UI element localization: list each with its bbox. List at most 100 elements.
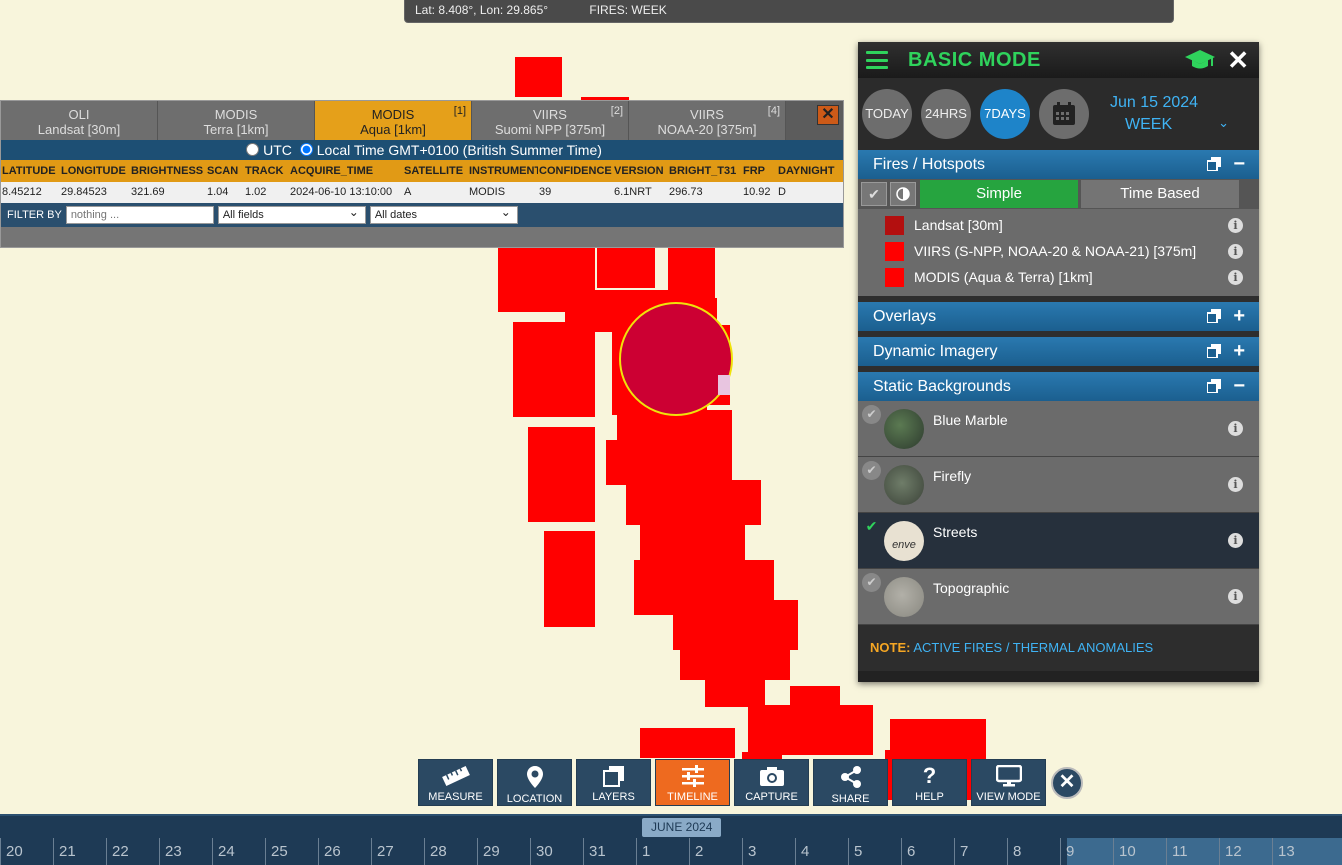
timeline-day[interactable]: 2 xyxy=(689,838,703,865)
timeline-day[interactable]: 9 xyxy=(1060,838,1074,865)
timeline-day[interactable]: 13 xyxy=(1272,838,1295,865)
copy-icon[interactable] xyxy=(1207,157,1221,171)
background-topographic[interactable]: ✔ Topographic i xyxy=(858,569,1259,625)
table-row[interactable]: 8.45212 29.84523 321.69 1.04 1.02 2024-06-10 … xyxy=(1,182,843,203)
graduation-cap-icon[interactable] xyxy=(1184,48,1216,72)
timeline-day[interactable]: 21 xyxy=(53,838,76,865)
column-header[interactable]: BRIGHT_T31 xyxy=(668,160,742,182)
timeline-day[interactable]: 24 xyxy=(212,838,235,865)
static-backgrounds-section-header[interactable]: Static Backgrounds − xyxy=(858,372,1259,401)
column-header[interactable]: ACQUIRE_TIME xyxy=(289,160,403,182)
selected-fire-pixel[interactable] xyxy=(612,300,733,420)
filter-input[interactable] xyxy=(65,206,214,224)
fire-pixel[interactable] xyxy=(705,680,765,707)
close-icon[interactable]: ✕ xyxy=(817,105,839,125)
time-based-button[interactable]: Time Based xyxy=(1081,180,1239,208)
column-header[interactable]: TRACK xyxy=(244,160,289,182)
simple-button[interactable]: Simple xyxy=(920,180,1078,208)
timeline-day[interactable]: 29 xyxy=(477,838,500,865)
column-header[interactable]: INSTRUMENT xyxy=(468,160,538,182)
local-time-radio[interactable] xyxy=(299,143,313,156)
collapse-icon[interactable]: − xyxy=(1233,150,1245,179)
fire-pixel[interactable] xyxy=(748,705,873,755)
check-icon[interactable]: ✔ xyxy=(862,573,881,592)
copy-icon[interactable] xyxy=(1207,344,1221,358)
today-button[interactable]: TODAY xyxy=(862,89,912,139)
timeline-day[interactable]: 25 xyxy=(265,838,288,865)
fires-section-header[interactable]: Fires / Hotspots − xyxy=(858,150,1259,179)
timeline-day[interactable]: 26 xyxy=(318,838,341,865)
date-select[interactable]: All dates xyxy=(369,204,518,224)
background-streets[interactable]: ✔ enve Streets i xyxy=(858,513,1259,569)
calendar-icon[interactable] xyxy=(1039,89,1089,139)
check-icon[interactable]: ✔ xyxy=(862,461,881,480)
fire-pixel[interactable] xyxy=(597,248,655,288)
timeline-day[interactable]: 28 xyxy=(424,838,447,865)
fire-pixel[interactable] xyxy=(640,728,735,758)
active-fires-link[interactable]: ACTIVE FIRES / THERMAL ANOMALIES xyxy=(913,640,1153,655)
timeline-day[interactable]: 30 xyxy=(530,838,553,865)
column-header[interactable]: BRIGHTNESS xyxy=(130,160,206,182)
close-icon[interactable]: ✕ xyxy=(1227,45,1249,76)
timeline-day[interactable]: 22 xyxy=(106,838,129,865)
close-icon[interactable]: ✕ xyxy=(1051,766,1083,799)
dynamic-imagery-section-header[interactable]: Dynamic Imagery + xyxy=(858,337,1259,366)
fire-pixel[interactable] xyxy=(673,600,798,650)
timeline-day[interactable]: 3 xyxy=(742,838,756,865)
measure-button[interactable]: MEASURE xyxy=(418,759,493,806)
layers-button[interactable]: LAYERS xyxy=(576,759,651,806)
info-icon[interactable]: i xyxy=(1228,589,1243,604)
overlays-section-header[interactable]: Overlays + xyxy=(858,302,1259,331)
copy-icon[interactable] xyxy=(1207,379,1221,393)
timeline-day[interactable]: 4 xyxy=(795,838,809,865)
field-select[interactable]: All fields xyxy=(217,204,366,224)
timeline-day[interactable]: 6 xyxy=(901,838,915,865)
tab-oli-landsat[interactable]: OLI Landsat [30m] xyxy=(1,101,158,140)
tab-modis-terra[interactable]: MODIS Terra [1km] xyxy=(158,101,315,140)
timeline-day[interactable]: 7 xyxy=(954,838,968,865)
collapse-icon[interactable]: − xyxy=(1233,372,1245,401)
view-mode-button[interactable]: VIEW MODE xyxy=(971,759,1046,806)
timeline-day[interactable]: 31 xyxy=(583,838,606,865)
background-blue-marble[interactable]: ✔ Blue Marble i xyxy=(858,401,1259,457)
column-header[interactable]: VERSION xyxy=(613,160,668,182)
utc-radio[interactable] xyxy=(246,143,260,156)
expand-icon[interactable]: + xyxy=(1233,302,1245,331)
info-icon[interactable]: i xyxy=(1228,421,1243,436)
range-select[interactable]: WEEK ⌄ xyxy=(1110,114,1229,136)
timeline-day[interactable]: 11 xyxy=(1166,838,1188,865)
timeline-day[interactable]: 1 xyxy=(636,838,650,865)
fire-pixel[interactable] xyxy=(515,57,562,97)
info-icon[interactable]: i xyxy=(1228,477,1243,492)
fire-pixel[interactable] xyxy=(680,645,790,680)
timeline-day[interactable]: 12 xyxy=(1219,838,1242,865)
column-header[interactable]: LONGITUDE xyxy=(60,160,130,182)
fire-pixel[interactable] xyxy=(640,520,745,560)
column-header[interactable]: SCAN xyxy=(206,160,244,182)
24hrs-button[interactable]: 24HRS xyxy=(921,89,971,139)
timeline-day[interactable]: 23 xyxy=(159,838,182,865)
info-icon[interactable]: i xyxy=(1228,533,1243,548)
expand-icon[interactable]: + xyxy=(1233,337,1245,366)
column-header[interactable]: LATITUDE xyxy=(1,160,60,182)
check-icon[interactable]: ✔ xyxy=(862,517,881,536)
copy-icon[interactable] xyxy=(1207,309,1221,323)
contrast-icon[interactable] xyxy=(890,182,916,206)
help-button[interactable]: ? HELP xyxy=(892,759,967,806)
timeline-button[interactable]: TIMELINE xyxy=(655,759,730,806)
tab-viirs-snpp[interactable]: [2] VIIRS Suomi NPP [375m] xyxy=(472,101,629,140)
fire-pixel[interactable] xyxy=(626,480,761,525)
share-button[interactable]: SHARE xyxy=(813,759,888,806)
check-icon[interactable]: ✔ xyxy=(861,182,887,206)
fire-pixel[interactable] xyxy=(513,322,595,417)
date-display[interactable]: Jun 15 2024 WEEK ⌄ xyxy=(1110,92,1229,136)
column-header[interactable]: SATELLITE xyxy=(403,160,468,182)
background-firefly[interactable]: ✔ Firefly i xyxy=(858,457,1259,513)
info-icon[interactable]: i xyxy=(1228,217,1243,233)
fire-pixel[interactable] xyxy=(668,248,715,298)
info-icon[interactable]: i xyxy=(1228,269,1243,285)
timeline-day[interactable]: 27 xyxy=(371,838,394,865)
fire-pixel[interactable] xyxy=(606,440,686,485)
timeline-ticks[interactable]: 20 21 22 23 24 25 26 27 28 29 30 31 1 2 3 4 5 6 7 8 9 10 11 12 1… xyxy=(0,838,1342,865)
fire-pixel[interactable] xyxy=(544,531,595,627)
